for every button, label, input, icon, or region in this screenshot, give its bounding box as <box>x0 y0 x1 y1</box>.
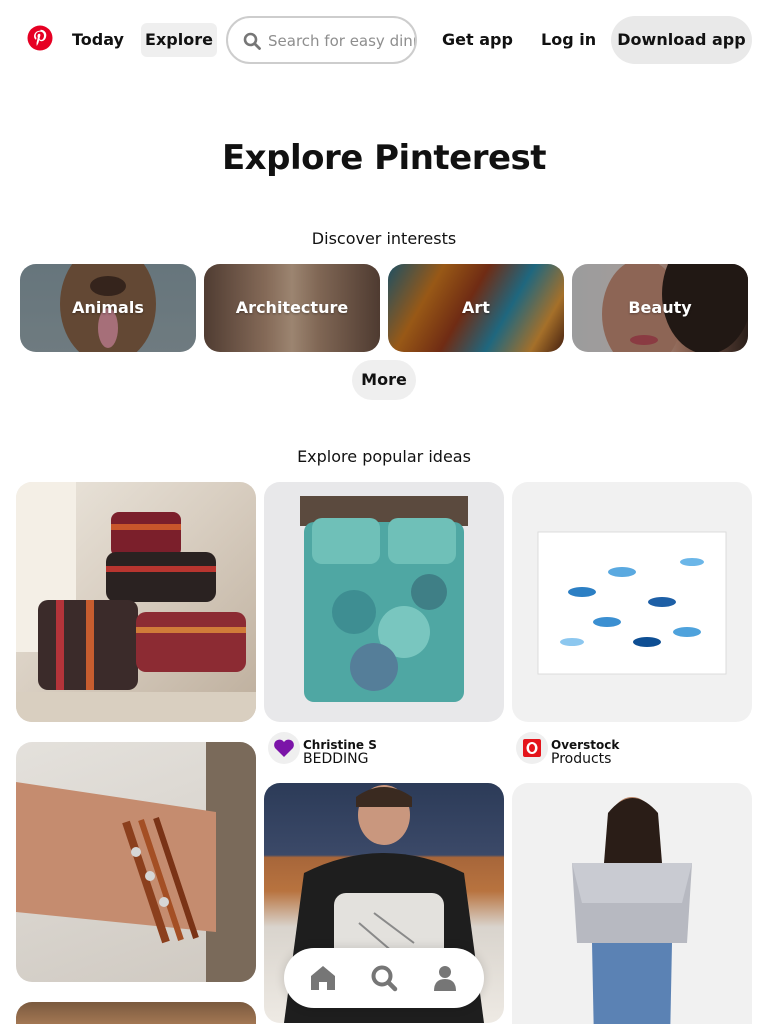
pinterest-logo-icon[interactable] <box>27 25 53 51</box>
search-box[interactable] <box>226 16 417 64</box>
download-app-button[interactable]: Download app <box>611 16 752 64</box>
pin-image <box>572 797 692 1024</box>
overstock-logo-icon <box>523 739 541 757</box>
discover-interests-heading: Discover interests <box>311 229 457 248</box>
interest-label: Architecture <box>235 298 349 317</box>
pin-image <box>300 496 468 702</box>
search-input[interactable] <box>268 30 415 52</box>
log-in-link[interactable]: Log in <box>541 23 596 57</box>
home-icon[interactable] <box>308 963 338 993</box>
search-icon[interactable] <box>369 963 399 993</box>
pin-leather-bracelet[interactable] <box>16 742 256 982</box>
pin-attribution[interactable]: Overstock Products <box>512 728 752 768</box>
interest-label: Art <box>462 298 490 317</box>
pin-attribution[interactable]: Christine S BEDDING <box>264 728 504 768</box>
pin-fringe-sweater[interactable] <box>512 783 752 1024</box>
pin-author[interactable]: Christine S <box>303 738 377 752</box>
bottom-navigation <box>284 948 484 1008</box>
avatar <box>268 732 300 764</box>
interest-tile-animals[interactable]: Animals <box>20 264 196 352</box>
avatar <box>516 732 548 764</box>
pin-image <box>537 531 727 675</box>
more-interests-button[interactable]: More <box>352 360 416 400</box>
interest-label: Animals <box>72 298 144 317</box>
page-title: Explore Pinterest <box>221 138 547 178</box>
pin-image <box>16 742 256 982</box>
get-app-link[interactable]: Get app <box>442 23 513 57</box>
profile-icon[interactable] <box>430 963 460 993</box>
pin-board: Products <box>551 751 612 767</box>
purple-heart-icon <box>274 739 294 757</box>
nav-explore-link[interactable]: Explore <box>141 23 217 57</box>
interest-tile-architecture[interactable]: Architecture <box>204 264 380 352</box>
pin-author[interactable]: Overstock <box>551 738 619 752</box>
pin-man-portrait[interactable] <box>16 1002 256 1024</box>
interest-tile-art[interactable]: Art <box>388 264 564 352</box>
pin-board: BEDDING <box>303 751 369 767</box>
popular-ideas-heading: Explore popular ideas <box>297 447 471 466</box>
pin-fish-print[interactable] <box>512 482 752 722</box>
interest-tile-beauty[interactable]: Beauty <box>572 264 748 352</box>
pin-image <box>16 482 256 722</box>
pin-striped-pillows[interactable] <box>16 482 256 722</box>
nav-today-link[interactable]: Today <box>72 23 124 57</box>
search-icon <box>243 32 261 50</box>
pin-mermaid-bedding[interactable] <box>264 482 504 722</box>
interest-label: Beauty <box>628 298 692 317</box>
top-header: Today Explore Get app Log in Download ap… <box>0 0 768 80</box>
